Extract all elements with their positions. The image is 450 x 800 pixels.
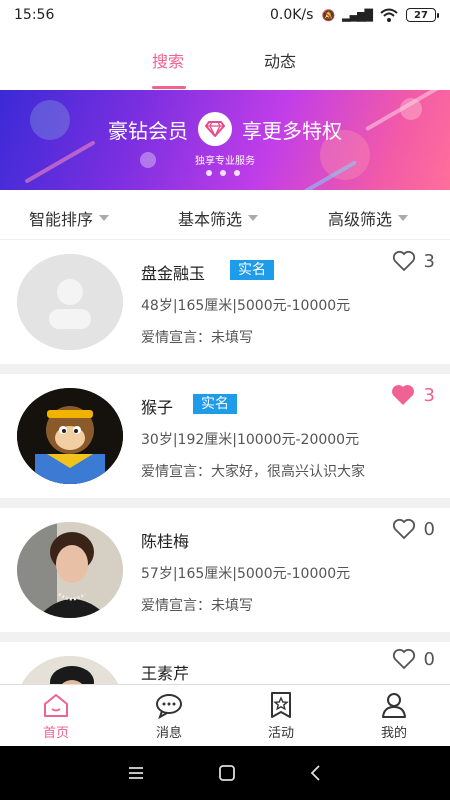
home-icon — [44, 694, 68, 717]
member-name: 盘金融玉 — [141, 264, 206, 283]
member-declaration: 爱情宣言：未填写 — [141, 330, 253, 346]
member-declaration: 爱情宣言：未填写 — [141, 598, 253, 614]
filter-advanced[interactable]: 高级筛选 — [328, 206, 409, 230]
heart-filled-icon — [391, 385, 414, 406]
wifi-icon — [380, 8, 398, 22]
nav-home[interactable]: 首页 — [16, 691, 96, 741]
filter-label: 高级筛选 — [328, 210, 393, 229]
like-button[interactable]: 0 — [392, 518, 435, 540]
banner-pager — [206, 170, 240, 176]
like-button[interactable]: 0 — [392, 648, 435, 670]
pager-dot[interactable] — [234, 170, 240, 176]
member-info: 57岁|165厘米|5000元-10000元 — [141, 566, 351, 582]
back-icon[interactable] — [309, 764, 323, 782]
avatar-photo[interactable] — [17, 656, 123, 684]
heart-outline-icon — [392, 250, 415, 272]
nav-label: 首页 — [42, 726, 69, 741]
pager-dot[interactable] — [206, 170, 212, 176]
member-card[interactable]: 猴子 实名 30岁|192厘米|10000元-20000元 爱情宣言：大家好，很… — [0, 374, 450, 498]
like-button[interactable]: 3 — [392, 250, 435, 272]
like-button[interactable]: 3 — [390, 384, 435, 406]
bottom-nav: 首页 消息 活动 我的 — [0, 684, 450, 746]
status-bar: 15:56 0.0K/s 🔕 ▂▄▆█ 27 — [0, 0, 450, 30]
banner-title: 豪钻会员 享更多特权 — [0, 112, 450, 146]
nav-label: 活动 — [267, 726, 294, 741]
divider — [0, 364, 450, 374]
network-speed: 0.0K/s — [269, 7, 314, 23]
banner-subtitle: 独享专业服务 — [195, 156, 255, 167]
vip-banner[interactable]: 豪钻会员 享更多特权 独享专业服务 — [0, 90, 450, 190]
avatar-photo[interactable] — [17, 522, 123, 618]
member-declaration: 爱情宣言：大家好，很高兴认识大家 — [141, 464, 365, 480]
like-count: 3 — [423, 384, 435, 406]
member-card[interactable]: 王素芹 0 — [0, 642, 450, 684]
member-card[interactable]: 陈桂梅 57岁|165厘米|5000元-10000元 爱情宣言：未填写 0 — [0, 508, 450, 632]
caret-down-icon — [398, 215, 409, 221]
banner-title-right: 享更多特权 — [242, 118, 342, 143]
status-icons: 0.0K/s 🔕 ▂▄▆█ 27 — [269, 7, 439, 23]
filter-label: 基本筛选 — [178, 210, 243, 229]
divider — [0, 498, 450, 508]
nav-activity[interactable]: 活动 — [241, 691, 321, 741]
filter-label: 智能排序 — [29, 210, 94, 229]
divider — [0, 632, 450, 642]
signal-icon: ▂▄▆█ — [342, 8, 373, 22]
like-count: 0 — [423, 518, 435, 540]
member-info: 30岁|192厘米|10000元-20000元 — [141, 432, 360, 448]
active-tab-indicator — [152, 86, 186, 89]
activity-icon — [271, 692, 291, 718]
tab-moments[interactable]: 动态 — [264, 48, 296, 72]
battery-icon: 27 — [406, 8, 439, 22]
heart-outline-icon — [392, 518, 415, 540]
member-name: 陈桂梅 — [141, 532, 190, 551]
system-nav-bar — [0, 746, 450, 800]
like-count: 0 — [423, 648, 435, 670]
diamond-icon — [198, 112, 232, 146]
like-count: 3 — [423, 250, 435, 272]
home-square-icon[interactable] — [218, 764, 236, 782]
verified-badge: 实名 — [230, 260, 274, 280]
mute-icon: 🔕 — [321, 8, 335, 22]
nav-profile[interactable]: 我的 — [354, 691, 434, 741]
tab-search[interactable]: 搜索 — [152, 48, 184, 72]
member-name: 猴子 — [141, 398, 174, 417]
filter-basic[interactable]: 基本筛选 — [178, 206, 259, 230]
nav-label: 消息 — [155, 726, 182, 741]
verified-badge: 实名 — [193, 394, 237, 414]
banner-title-left: 豪钻会员 — [108, 118, 188, 143]
pager-dot[interactable] — [220, 170, 226, 176]
status-time: 15:56 — [14, 7, 55, 23]
top-tabs: 搜索 动态 — [0, 30, 450, 90]
heart-outline-icon — [392, 648, 415, 670]
nav-label: 我的 — [380, 726, 407, 741]
caret-down-icon — [248, 215, 259, 221]
caret-down-icon — [99, 215, 110, 221]
menu-icon[interactable] — [127, 766, 145, 780]
nav-messages[interactable]: 消息 — [129, 691, 209, 741]
user-icon — [382, 693, 406, 718]
message-icon — [156, 694, 182, 719]
avatar-monkey[interactable] — [17, 388, 123, 484]
member-name: 王素芹 — [141, 664, 190, 683]
filter-bar: 智能排序 基本筛选 高级筛选 — [0, 190, 450, 240]
member-info: 48岁|165厘米|5000元-10000元 — [141, 298, 351, 314]
filter-smart-sort[interactable]: 智能排序 — [29, 206, 110, 230]
member-card[interactable]: 盘金融玉 实名 48岁|165厘米|5000元-10000元 爱情宣言：未填写 … — [0, 240, 450, 364]
avatar-placeholder[interactable] — [17, 254, 123, 350]
